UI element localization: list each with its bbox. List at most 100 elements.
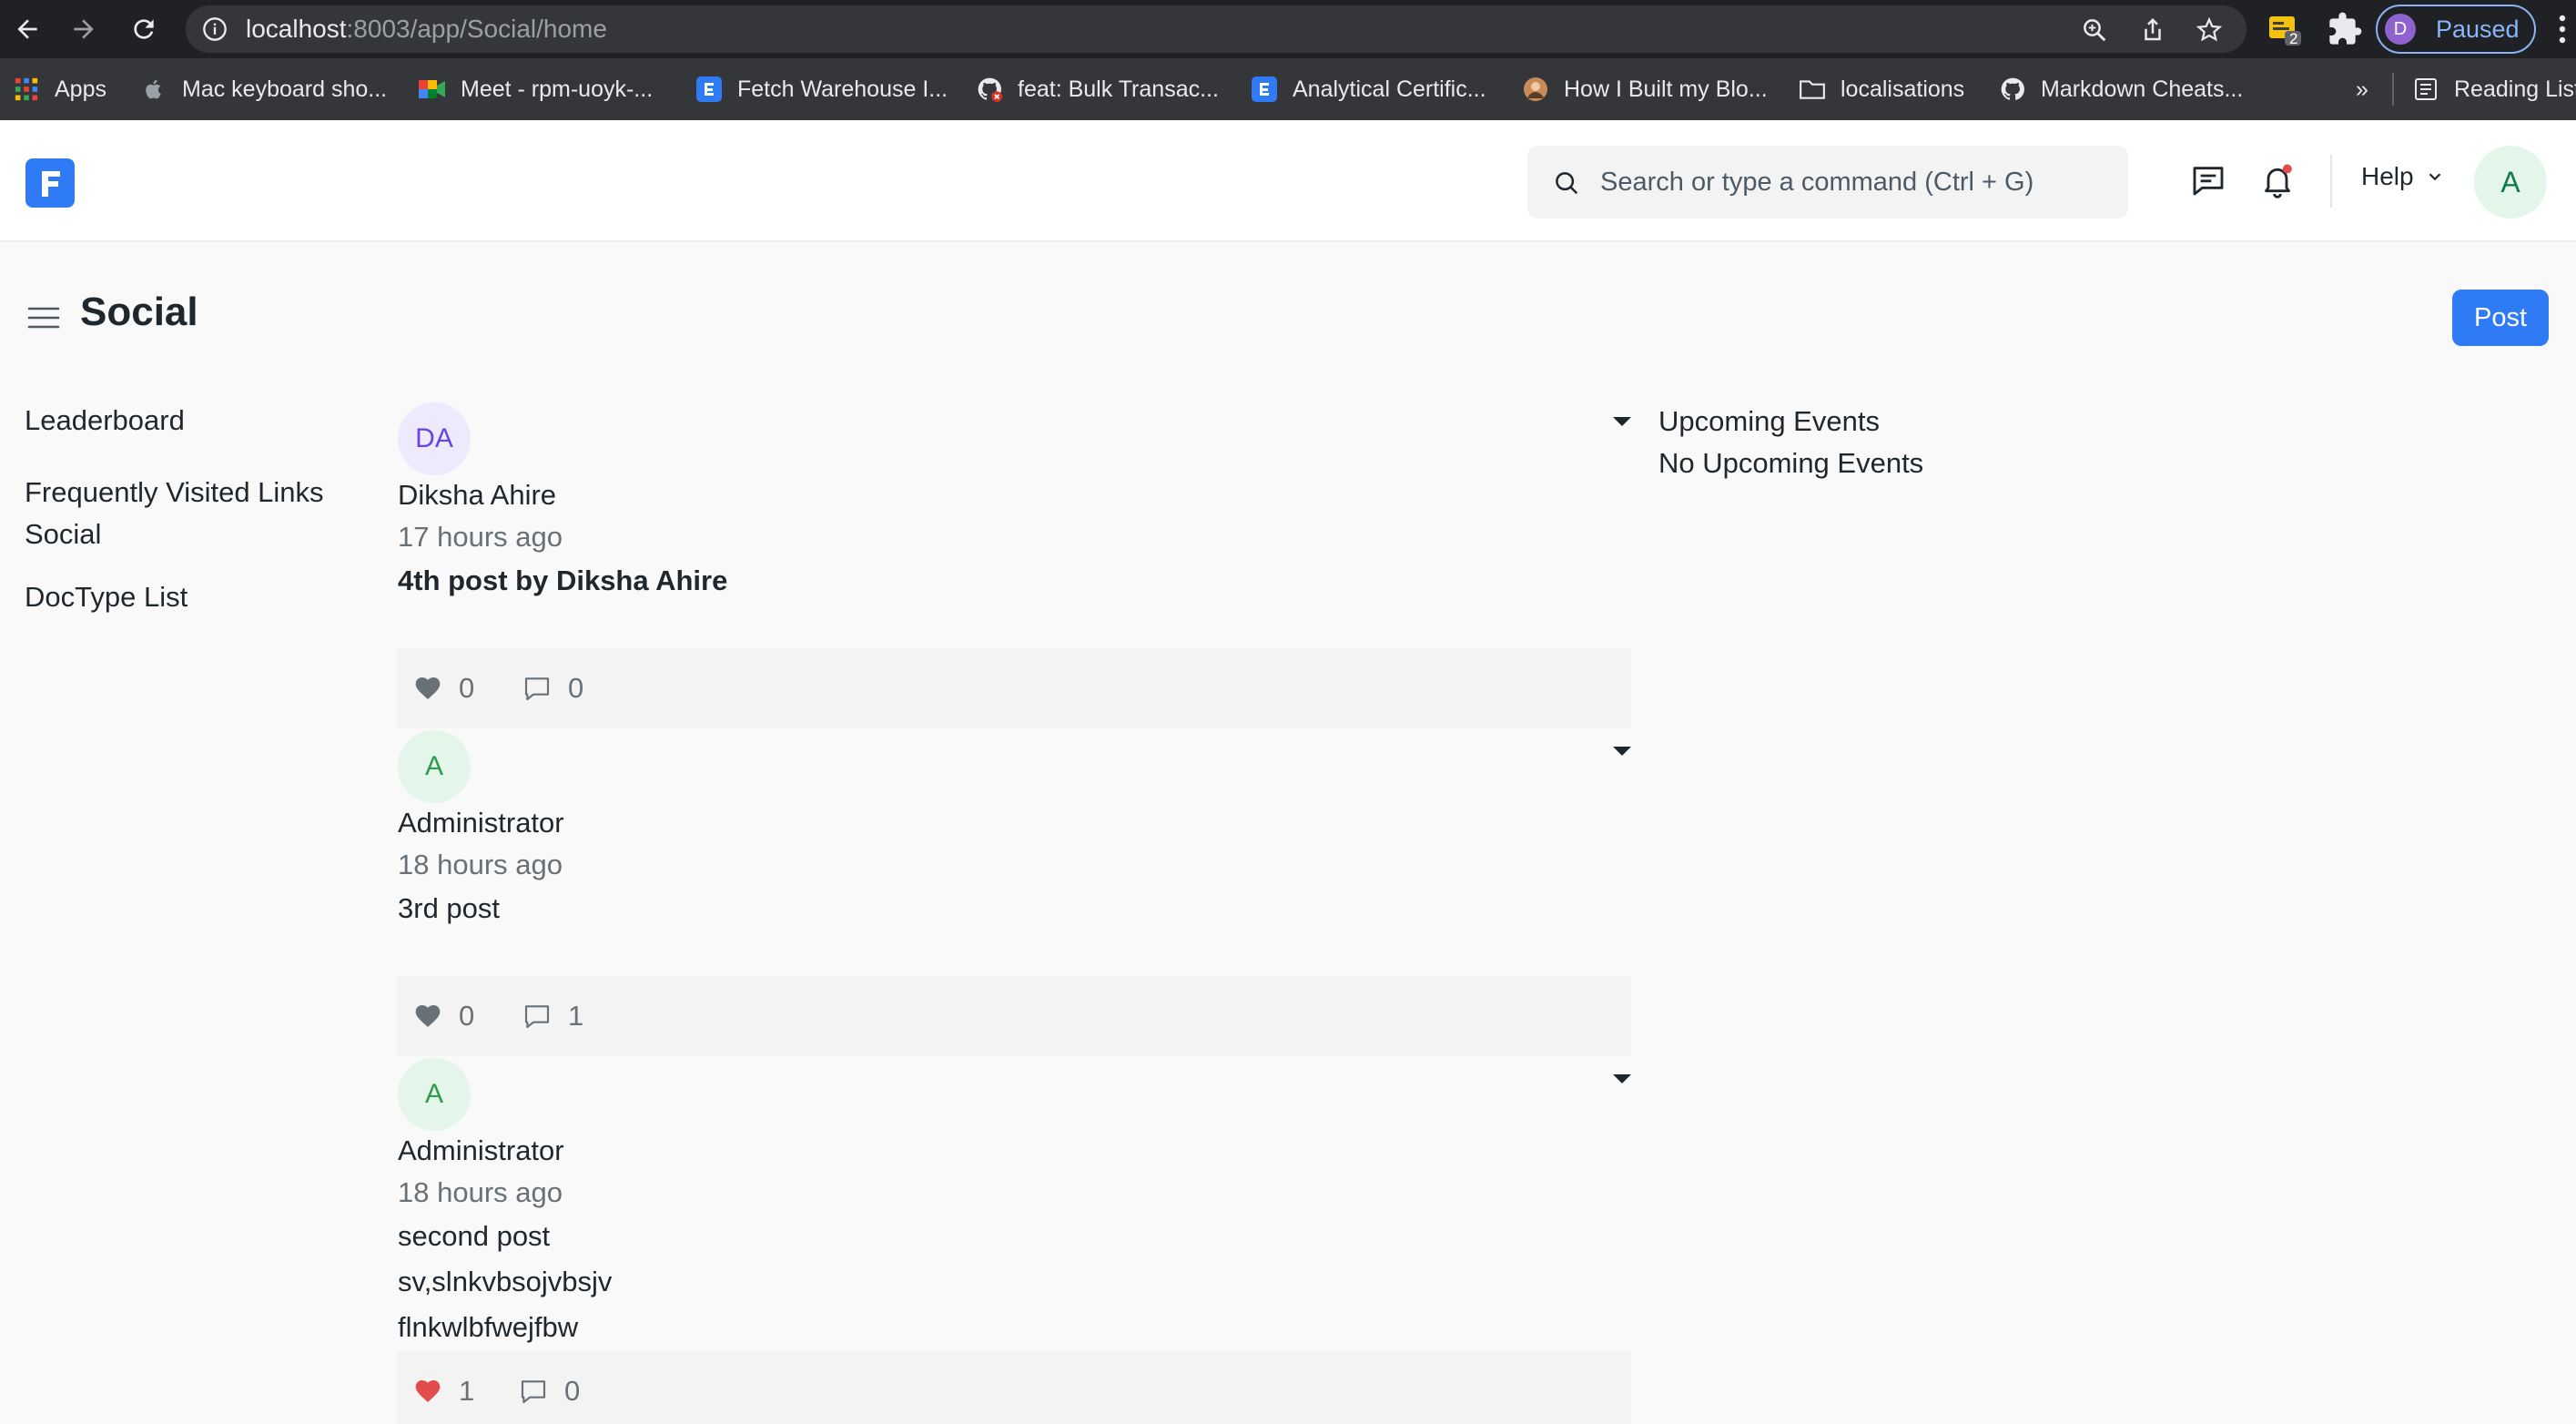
heart-icon [415,677,441,699]
bookmark-mac-keyboard[interactable]: Mac keyboard sho... [140,58,387,120]
app-logo[interactable] [25,158,75,208]
arrow-right-icon [74,19,94,39]
share-icon[interactable] [2139,16,2166,44]
heart-icon [415,1380,441,1402]
post-content-line: second post [398,1220,551,1252]
navbar-divider [2330,155,2332,208]
post-menu-caret-icon[interactable] [1611,1073,1633,1085]
chrome-menu-icon[interactable] [2558,13,2567,46]
bookmark-label: Fetch Warehouse I... [737,76,948,102]
sidebar-item-social[interactable]: Social [25,518,101,551]
comment-button[interactable]: 0 [522,648,583,728]
bookmark-markdown-cheatsheet[interactable]: Markdown Cheats... [1999,58,2243,120]
bookmark-label: localisations [1841,76,1965,102]
like-button[interactable]: 1 [413,1351,474,1424]
chat-icon[interactable] [2190,162,2226,198]
heart-icon [415,1005,441,1027]
chevron-down-icon [2429,173,2440,181]
avatar-icon [1522,76,1549,103]
page-title: Social [80,290,198,334]
github-icon [1999,76,2026,103]
bookmark-fetch-warehouse[interactable]: Fetch Warehouse I... [695,58,948,120]
bookmark-bulk-transaction[interactable]: feat: Bulk Transac... [976,58,1219,120]
search-input[interactable] [1600,146,2110,219]
frappe-e-icon [695,76,723,103]
help-dropdown[interactable]: Help [2361,162,2445,191]
info-icon[interactable] [202,16,228,42]
bookmark-label: Apps [55,76,106,102]
like-button[interactable]: 0 [413,976,474,1056]
user-avatar[interactable]: A [2474,146,2547,219]
frappe-logo-icon [42,171,60,197]
comment-count: 0 [568,672,584,704]
bookmark-star-icon[interactable] [2196,16,2223,44]
sidebar-toggle-hamburger-icon[interactable] [27,304,60,331]
like-count: 0 [459,672,475,704]
bookmark-label: Markdown Cheats... [2041,76,2244,102]
upcoming-events-title[interactable]: Upcoming Events [1658,405,1880,438]
extension-badge-count: 2 [2289,30,2298,47]
forward-button[interactable] [66,11,102,47]
reload-button[interactable] [126,11,162,47]
post-author-avatar[interactable]: DA [398,402,471,475]
profile-paused-button[interactable]: D Paused [2376,5,2536,54]
bookmark-apps[interactable]: Apps [13,58,106,120]
comment-icon [524,677,550,701]
folder-icon [1799,76,1826,103]
post-author-name[interactable]: Diksha Ahire [398,479,556,512]
comment-count: 1 [568,1000,584,1032]
bookmark-label: feat: Bulk Transac... [1018,76,1219,102]
bookmark-label: Mac keyboard sho... [182,76,388,102]
bookmark-how-i-built-blog[interactable]: How I Built my Blo... [1522,58,1768,120]
app-navbar: Help A [0,120,2576,242]
like-count: 1 [459,1375,475,1407]
sidebar-item-leaderboard[interactable]: Leaderboard [25,404,185,437]
reading-list-button[interactable]: Reading List [2412,58,2576,120]
like-button[interactable]: 0 [413,648,474,728]
reload-icon [134,19,154,39]
post-author-avatar[interactable]: A [398,730,471,803]
post-timestamp: 18 hours ago [398,849,563,880]
bookmarks-overflow-button[interactable]: » [2356,58,2368,120]
bookmark-label: Meet - rpm-uoyk-... [461,76,654,102]
address-bar[interactable]: localhost:8003/app/Social/home [186,5,2246,53]
reading-list-icon [2412,76,2439,103]
new-post-button[interactable]: Post [2452,290,2549,346]
bookmark-label: How I Built my Blo... [1564,76,1768,102]
bookmark-divider [2392,73,2394,106]
meet-icon [419,76,446,103]
post-author-name[interactable]: Administrator [398,807,564,839]
post-author-avatar[interactable]: A [398,1058,471,1131]
awesomebar[interactable] [1527,146,2128,219]
bookmark-localisations[interactable]: localisations [1799,58,1964,120]
bookmark-label: Analytical Certific... [1293,76,1486,102]
zoom-icon[interactable] [2081,16,2108,44]
extensions-puzzle-icon[interactable] [2327,11,2363,47]
frappe-e-icon [1251,76,1278,103]
reading-list-label: Reading List [2454,76,2576,102]
post-timestamp: 18 hours ago [398,1176,563,1208]
post-actions-bar: 1 0 [397,1351,1631,1424]
sidebar-item-doctype-list[interactable]: DocType List [25,581,188,614]
post-author-name[interactable]: Administrator [398,1134,564,1167]
post-content-line: flnkwlbfwejfbw [398,1311,579,1343]
post-menu-caret-icon[interactable] [1611,745,1633,758]
apple-icon [140,76,167,103]
upcoming-events-empty: No Upcoming Events [1658,447,1924,479]
notification-bell-icon[interactable] [2259,162,2296,198]
bookmark-meet[interactable]: Meet - rpm-uoyk-... [419,58,653,120]
bookmark-analytical-certificate[interactable]: Analytical Certific... [1251,58,1486,120]
comment-icon [521,1380,546,1404]
sidebar-item-frequently-visited-links[interactable]: Frequently Visited Links [25,476,324,509]
extension-badge-icon[interactable]: 2 [2267,11,2303,47]
events-collapse-caret-icon[interactable] [1611,415,1633,428]
comment-count: 0 [564,1375,581,1407]
arrow-left-icon [17,19,37,39]
post-content: 4th post by Diksha Ahire [398,565,728,596]
comment-button[interactable]: 0 [519,1351,580,1424]
back-button[interactable] [9,11,46,47]
comment-button[interactable]: 1 [522,976,583,1056]
search-icon [1556,172,1578,195]
apps-grid-icon [13,76,40,103]
post-content-line: sv,slnkvbsojvbsjv [398,1266,613,1297]
